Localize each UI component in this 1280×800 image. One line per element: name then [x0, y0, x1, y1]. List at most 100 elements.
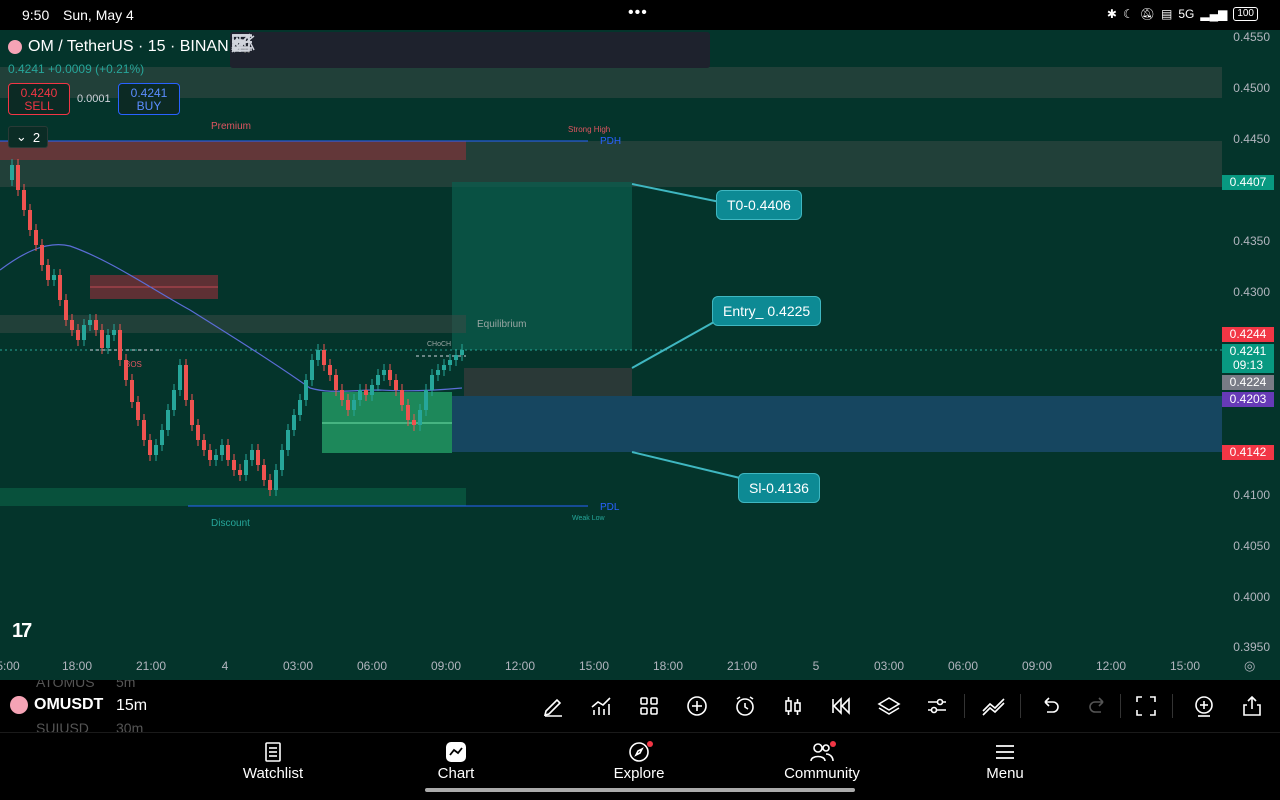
settings-sliders-icon[interactable]	[925, 694, 949, 718]
time-axis-label: 06:00	[947, 659, 979, 673]
sell-button[interactable]: 0.4240 SELL	[8, 83, 70, 115]
arrow-icon[interactable]	[232, 32, 334, 68]
current-interval: 15m	[116, 697, 148, 714]
fullscreen-icon[interactable]	[1134, 694, 1158, 718]
candle-body	[166, 410, 170, 430]
pattern-icon[interactable]	[231, 32, 484, 68]
price-axis-label: 0.4500	[1233, 81, 1270, 95]
nav-menu[interactable]: Menu	[955, 739, 1055, 782]
text-icon[interactable]	[233, 32, 447, 68]
candle-body	[430, 375, 434, 390]
candle-body	[328, 365, 332, 375]
alarm-icon[interactable]	[733, 694, 757, 718]
nav-explore[interactable]: Explore	[589, 739, 689, 782]
trend-icon[interactable]	[231, 32, 371, 68]
candle-body	[220, 445, 224, 455]
time-axis-label: 09:00	[1021, 659, 1053, 673]
moon-icon: ☾	[1122, 7, 1134, 21]
candle-body	[112, 330, 116, 335]
discount-label: Discount	[211, 518, 250, 529]
nav-watchlist-label: Watchlist	[242, 765, 304, 782]
time-axis-label: 15:00	[578, 659, 610, 673]
share-icon[interactable]	[1240, 694, 1264, 718]
cursor-lines-icon[interactable]	[232, 32, 296, 68]
trend-compare-icon[interactable]	[981, 694, 1005, 718]
spread-value: 0.0001	[77, 93, 111, 105]
status-time: 9:50	[22, 7, 50, 23]
fib-icon[interactable]	[232, 32, 673, 68]
take-profit-callout[interactable]: T0-0.4406	[716, 190, 802, 220]
sl-price-tag: 0.4142	[1222, 445, 1274, 460]
layers-icon[interactable]	[877, 694, 901, 718]
candle-body	[172, 390, 176, 410]
indicators-collapse-button[interactable]: ⌄ 2	[8, 126, 48, 148]
comment-icon[interactable]	[232, 32, 710, 68]
nav-watchlist[interactable]: Watchlist	[223, 739, 323, 782]
equilibrium-label: Equilibrium	[477, 319, 527, 330]
candle-body	[406, 405, 410, 420]
stop-loss-callout[interactable]: Sl-0.4136	[738, 473, 820, 503]
plus-circle-icon[interactable]	[685, 694, 709, 718]
time-axis-label: 03:00	[873, 659, 905, 673]
time-axis-label: 15:00	[1169, 659, 1201, 673]
candle-body	[148, 440, 152, 455]
candle-body	[418, 410, 422, 425]
candle-body	[352, 400, 356, 410]
menu-icon	[955, 739, 1055, 765]
redo-icon[interactable]	[1086, 694, 1110, 718]
prev-interval: 5m	[116, 680, 136, 690]
candle-body	[274, 470, 278, 490]
candle-body	[52, 275, 56, 280]
nav-chart[interactable]: Chart	[406, 739, 506, 782]
entry-zone	[464, 368, 632, 396]
entry-callout[interactable]: Entry_ 0.4225	[712, 296, 822, 326]
toolbar-divider	[1172, 694, 1173, 718]
candle-body	[106, 335, 110, 348]
equilibrium-zone	[0, 315, 466, 333]
toolbar-divider	[1120, 694, 1121, 718]
rectangle-icon[interactable]	[232, 32, 409, 68]
home-indicator[interactable]	[425, 788, 855, 792]
tradingview-logo: 17	[12, 620, 32, 642]
line-icon[interactable]	[231, 32, 522, 68]
interval-picker[interactable]: 5m 15m 30m	[116, 680, 176, 732]
candle-body	[202, 440, 206, 450]
candle-body	[436, 370, 440, 375]
candle-body	[208, 450, 212, 460]
prev-symbol: ATOMUS	[36, 680, 95, 690]
stop-loss-zone	[452, 396, 1222, 452]
nav-community[interactable]: Community	[772, 739, 872, 782]
bar-type-icon[interactable]	[781, 694, 805, 718]
candle-body	[10, 165, 14, 180]
add-chart-icon[interactable]	[1192, 694, 1216, 718]
replay-icon[interactable]	[829, 694, 853, 718]
grid-icon[interactable]	[637, 694, 661, 718]
chart-canvas[interactable]: OM / TetherUS · 15 · BINAN 0.4241 +0.000…	[0, 30, 1280, 680]
candle-body	[226, 445, 230, 460]
watchlist-icon	[223, 739, 323, 765]
chart-icon	[406, 739, 506, 765]
horizontal-ray-icon[interactable]	[232, 32, 560, 68]
parallel-channel-icon[interactable]	[232, 32, 635, 68]
horizontal-line-icon[interactable]	[232, 32, 597, 68]
symbol-title[interactable]: OM / TetherUS · 15 · BINAN	[8, 38, 229, 56]
candle-body	[136, 402, 140, 420]
candle-body	[340, 390, 344, 400]
undo-icon[interactable]	[1038, 694, 1062, 718]
discount-zone	[0, 488, 466, 506]
axis-settings-icon[interactable]: ◎	[1244, 658, 1255, 674]
entry-price-tag: 0.4224	[1222, 375, 1274, 390]
nav-community-label: Community	[784, 765, 860, 782]
candle-body	[388, 370, 392, 380]
time-axis-label: 5	[812, 659, 820, 673]
indicators-icon[interactable]	[589, 694, 613, 718]
candle-body	[34, 230, 38, 245]
candle-body	[118, 330, 122, 360]
candle-body	[286, 430, 290, 450]
candle-body	[238, 470, 242, 475]
time-axis-label: 09:00	[430, 659, 462, 673]
nav-chart-label: Chart	[437, 765, 475, 782]
buy-button[interactable]: 0.4241 BUY	[118, 83, 180, 115]
chart-drawing[interactable]	[0, 30, 1280, 680]
pencil-icon[interactable]	[541, 694, 565, 718]
